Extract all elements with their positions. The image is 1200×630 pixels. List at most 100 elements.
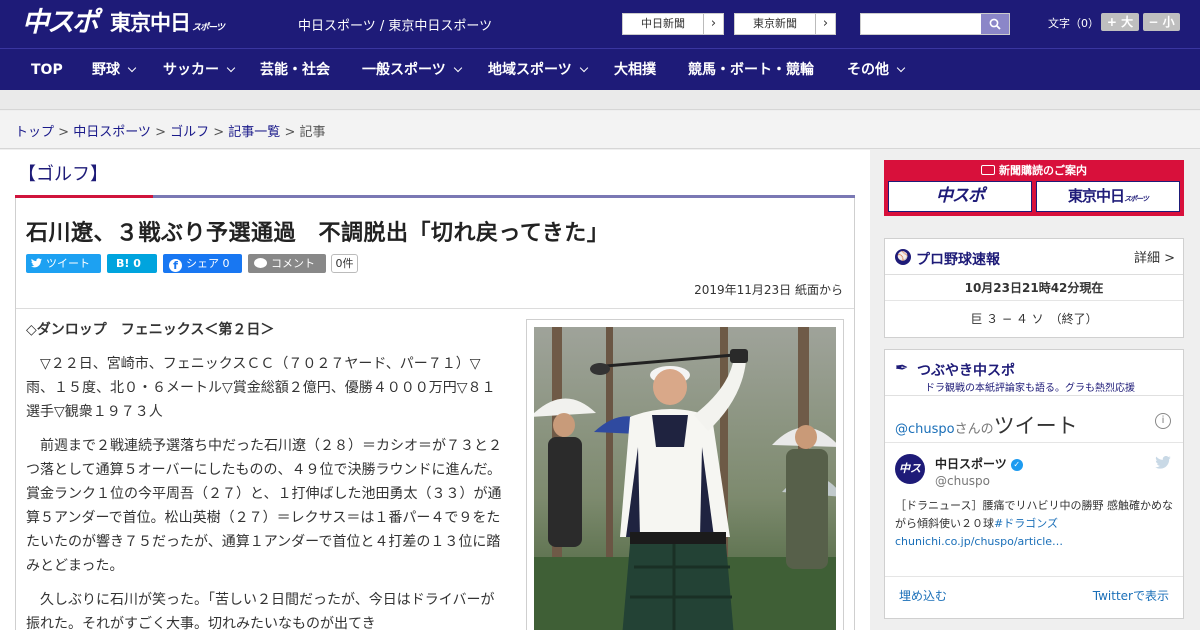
twitter-bird-icon[interactable] [1155, 454, 1171, 473]
article-body: ◇ダンロップ フェニックス＜第２日＞ ▽２２日、宮崎市、フェニックスＣＣ（７０２… [26, 318, 508, 630]
verified-badge-icon: ✓ [1010, 458, 1023, 471]
article-photo[interactable] [534, 327, 836, 630]
subscribe-chuspo-button[interactable]: 中スポ [888, 181, 1032, 212]
timeline-heading: @chuspoさんのツイート [895, 410, 1078, 440]
breadcrumb-sep: > [280, 125, 300, 140]
comment-button[interactable]: コメント [248, 254, 326, 273]
tweet-label: ツイート [46, 257, 90, 270]
breadcrumb-current: 記事 [299, 125, 326, 140]
breadcrumb-top[interactable]: トップ [15, 125, 54, 140]
font-larger-button[interactable]: + 大 [1101, 13, 1139, 31]
nav-item-baseball[interactable]: 野球 [92, 49, 137, 91]
search-box [860, 13, 1010, 35]
chevron-down-icon [453, 63, 462, 73]
nav-label: TOP [31, 62, 63, 78]
screen-name[interactable]: @chuspo [935, 474, 990, 488]
chunichi-link-label: 中日新聞 [623, 14, 703, 34]
speech-bubble-icon [254, 258, 267, 268]
newspaper-icon [981, 165, 995, 175]
hashtag-link[interactable]: #ドラゴンズ [994, 517, 1058, 530]
tokyo-logo-small: スポーツ [192, 23, 225, 33]
article-heading: ◇ダンロップ フェニックス＜第２日＞ [26, 322, 275, 338]
divider [885, 395, 1183, 396]
article-title: 石川遼、３戦ぶり予選通過 不調脱出「切れ戻ってきた」 [26, 221, 610, 246]
nav-label: サッカー [163, 62, 219, 78]
site-name: 中日スポーツ / 東京中日スポーツ [298, 19, 493, 34]
facebook-share-button[interactable]: f シェア 0 [163, 254, 242, 273]
nav-label: 地域スポーツ [488, 62, 572, 78]
widget-subtitle: ドラ観戦の本紙評論家も語る。グラも熱烈応援 [925, 383, 1135, 394]
breadcrumb-article-list[interactable]: 記事一覧 [228, 125, 280, 140]
article-date: 2019年11月23日 紙面から [694, 283, 843, 297]
handle-link[interactable]: @chuspo [895, 422, 955, 437]
chuspo-logo[interactable]: 中スポ [22, 8, 100, 38]
facebook-icon: f [169, 259, 182, 272]
nav-item-racing[interactable]: 競馬・ボート・競輪 [688, 49, 814, 91]
nav-item-soccer[interactable]: サッカー [163, 49, 236, 91]
info-icon[interactable]: i [1155, 413, 1171, 429]
account-name[interactable]: 中日スポーツ ✓ [935, 455, 1023, 472]
subscribe-tokyo-label: 東京中日 [1068, 187, 1125, 205]
nav-item-local-sports[interactable]: 地域スポーツ [488, 49, 588, 91]
baseball-details-link[interactable]: 詳細 > [1134, 247, 1175, 266]
breadcrumb-sep: > [54, 125, 74, 140]
main-nav: TOP 野球 サッカー 芸能・社会 一般スポーツ 地域スポーツ 大相撲 競馬・ボ… [0, 48, 1200, 90]
game-score[interactable]: 巨 ３ − ４ ソ （終了） [885, 310, 1183, 327]
updated-time: 10月23日21時42分現在 [964, 281, 1104, 295]
view-on-twitter-link[interactable]: Twitterで表示 [1093, 587, 1169, 604]
widget-title: プロ野球速報 [916, 252, 1000, 268]
nav-item-sumo[interactable]: 大相撲 [614, 49, 656, 91]
subscription-title: 新聞購読のご案内 [884, 162, 1184, 178]
baseball-icon: ⚾ [895, 249, 911, 265]
chevron-down-icon [896, 63, 906, 73]
chevron-right-icon: › [815, 14, 835, 34]
divider [885, 300, 1183, 301]
subscription-banner[interactable]: 新聞購読のご案内 中スポ 東京中日スポーツ [884, 160, 1184, 216]
nav-label: 一般スポーツ [362, 62, 446, 78]
nav-label: 大相撲 [614, 62, 656, 78]
divider [885, 442, 1183, 443]
nav-label: 野球 [92, 62, 120, 78]
article-paragraph: 前週まで２戦連続予選落ち中だった石川遼（２８）＝カシオ＝が７３と２つ落として通算… [26, 438, 502, 574]
nav-item-other[interactable]: その他 [847, 49, 906, 91]
tokyo-logo-text: 東京中日 [110, 11, 191, 35]
chevron-down-icon [127, 63, 137, 73]
subscribe-tokyo-button[interactable]: 東京中日スポーツ [1036, 181, 1180, 212]
nav-item-top[interactable]: TOP [31, 49, 63, 91]
comment-count[interactable]: 0件 [331, 254, 358, 273]
tokyo-shimbun-link[interactable]: 東京新聞 › [734, 13, 836, 35]
breadcrumb-sep: > [150, 125, 171, 140]
font-smaller-button[interactable]: − 小 [1143, 13, 1180, 31]
nav-item-entertainment[interactable]: 芸能・社会 [260, 49, 330, 91]
tweet-url-link[interactable]: chunichi.co.jp/chuspo/article… [895, 535, 1063, 548]
tokyo-link-label: 東京新聞 [735, 14, 815, 34]
facebook-label: シェア 0 [186, 257, 230, 270]
embed-link[interactable]: 埋め込む [899, 587, 947, 604]
golfer-photo-image [534, 327, 836, 630]
twitter-bird-icon [31, 258, 42, 268]
nav-label: その他 [847, 62, 889, 78]
chevron-down-icon [226, 63, 236, 73]
font-size-label: 文字（0） [1048, 17, 1099, 30]
divider [885, 576, 1183, 577]
search-button[interactable] [981, 14, 1009, 34]
twitter-widget: ✒ つぶやき中スポ ドラ観戦の本紙評論家も語る。グラも熱烈応援 @chuspoさ… [884, 349, 1184, 619]
chunichi-shimbun-link[interactable]: 中日新聞 › [622, 13, 724, 35]
search-input[interactable] [861, 14, 983, 34]
tokyo-chunichi-logo[interactable]: 東京中日 スポーツ [110, 10, 225, 41]
chevron-down-icon [579, 63, 588, 73]
hatena-bookmark-button[interactable]: B! 0 [107, 254, 157, 273]
divider [16, 308, 854, 309]
subscription-label: 新聞購読のご案内 [999, 164, 1087, 177]
breadcrumb-chuspo[interactable]: 中日スポーツ [73, 125, 151, 140]
article-paragraph: 久しぶりに石川が笑った。「苦しい２日間だったが、今日はドライバーが振れた。それが… [26, 592, 495, 630]
widget-header: ⚾ プロ野球速報 詳細 > [885, 239, 1183, 275]
search-icon [989, 18, 1001, 30]
breadcrumb-golf[interactable]: ゴルフ [170, 125, 209, 140]
nav-item-general-sports[interactable]: 一般スポーツ [362, 49, 462, 91]
account-name-text: 中日スポーツ [935, 457, 1007, 471]
category-title: 【ゴルフ】 [18, 164, 108, 185]
breadcrumb: トップ > 中日スポーツ > ゴルフ > 記事一覧 > 記事 [15, 121, 326, 140]
tweet-button[interactable]: ツイート [26, 254, 101, 273]
avatar[interactable]: 中スポ [895, 454, 925, 505]
